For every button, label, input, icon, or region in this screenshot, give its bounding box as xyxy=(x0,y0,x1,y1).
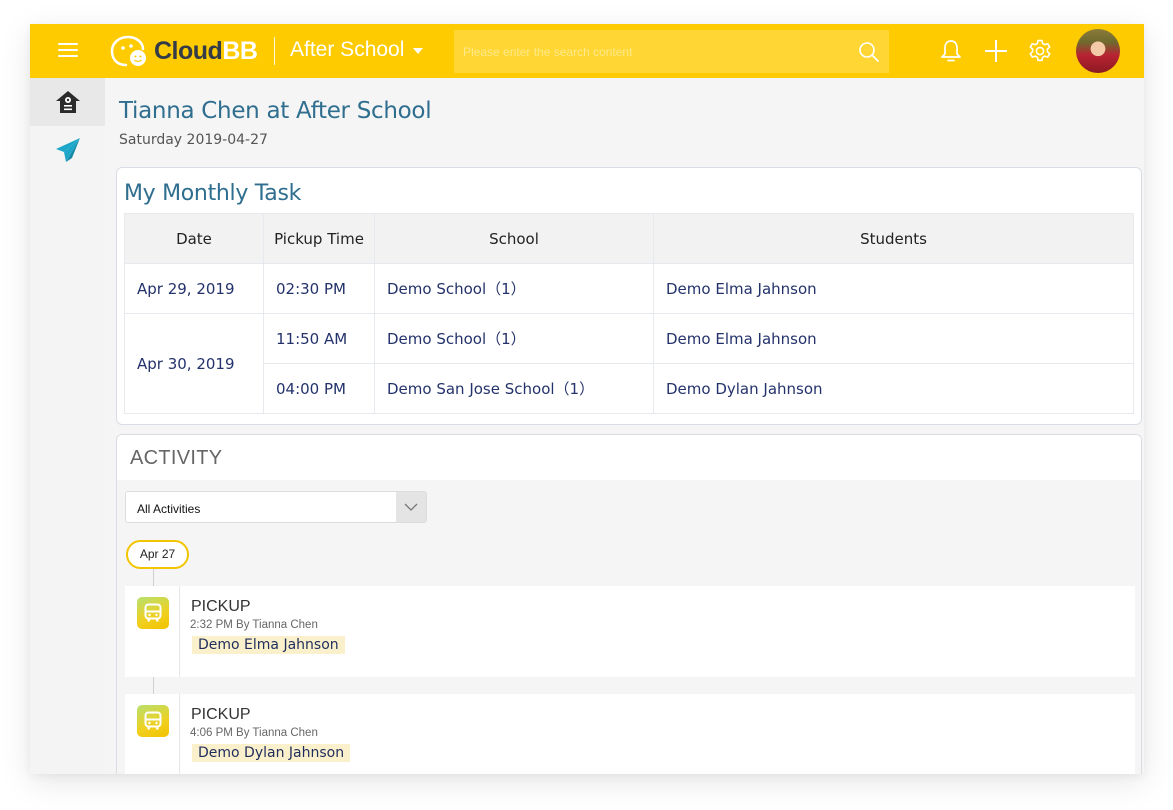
activity-type: PICKUP xyxy=(191,598,251,615)
cloudbb-smiley-icon xyxy=(110,35,146,67)
bus-icon xyxy=(137,705,169,737)
timeline-date-badge: Apr 27 xyxy=(126,540,189,569)
task-pickup-time: 04:00 PM xyxy=(263,363,375,414)
task-date: Apr 30, 2019 xyxy=(124,313,264,414)
activity-item[interactable]: PICKUP 2:32 PM By Tianna Chen Demo Elma … xyxy=(125,586,1135,677)
activity-filter-value: All Activities xyxy=(137,502,201,516)
table-row: Apr 30, 2019 11:50 AM Demo School（1） Dem… xyxy=(124,313,1134,414)
caret-down-icon xyxy=(413,48,424,54)
task-pickup-time: 02:30 PM xyxy=(263,263,375,314)
school-house-icon xyxy=(55,91,80,113)
brand-name: CloudBB xyxy=(154,36,258,66)
activity-type: PICKUP xyxy=(191,706,251,723)
task-school[interactable]: Demo School（1） xyxy=(374,313,654,364)
table-header-row: Date Pickup Time School Students xyxy=(124,213,1134,264)
column-header-students: Students xyxy=(653,213,1134,264)
task-pickup-time: 11:50 AM xyxy=(263,313,375,364)
activity-student-tag[interactable]: Demo Dylan Jahnson xyxy=(192,744,351,762)
task-school[interactable]: Demo San Jose School（1） xyxy=(374,363,654,414)
sidebar-item-messages[interactable] xyxy=(30,126,105,174)
top-bar: CloudBB After School xyxy=(30,24,1144,78)
brand-secondary: BB xyxy=(222,36,258,65)
page-date: Saturday 2019-04-27 xyxy=(119,132,268,148)
column-header-pickup-time: Pickup Time xyxy=(263,213,375,264)
app-window: CloudBB After School Please enter the se… xyxy=(30,24,1144,774)
activity-icon-column xyxy=(125,694,180,774)
menu-icon[interactable] xyxy=(58,43,78,59)
task-student[interactable]: Demo Dylan Jahnson xyxy=(653,363,1134,414)
task-student[interactable]: Demo Elma Jahnson xyxy=(653,263,1134,314)
sidebar-item-home[interactable] xyxy=(30,78,105,126)
task-date: Apr 29, 2019 xyxy=(124,263,264,314)
monthly-task-title: My Monthly Task xyxy=(124,181,302,206)
search-box xyxy=(454,30,889,73)
search-input[interactable] xyxy=(454,30,834,73)
page-title: Tianna Chen at After School xyxy=(119,98,432,124)
column-header-school: School xyxy=(374,213,654,264)
table-row: Apr 29, 2019 02:30 PM Demo School（1） Dem… xyxy=(124,263,1134,314)
activity-header: ACTIVITY xyxy=(117,435,1141,480)
activity-item[interactable]: PICKUP 4:06 PM By Tianna Chen Demo Dylan… xyxy=(125,694,1135,774)
monthly-task-card: My Monthly Task Date Pickup Time School … xyxy=(116,167,1142,425)
org-name: After School xyxy=(290,38,405,61)
search-icon[interactable] xyxy=(858,41,880,63)
sidebar xyxy=(30,78,105,774)
activity-filter-select[interactable]: All Activities xyxy=(125,491,427,523)
timeline-connector xyxy=(153,569,154,586)
brand-primary: Cloud xyxy=(154,36,223,65)
user-avatar[interactable] xyxy=(1076,29,1120,73)
title-divider xyxy=(274,37,275,65)
bell-icon[interactable] xyxy=(940,39,962,63)
timeline-connector xyxy=(153,677,154,694)
gear-icon[interactable] xyxy=(1028,39,1052,63)
logo[interactable]: CloudBB xyxy=(110,35,258,67)
bus-icon xyxy=(137,597,169,629)
org-selector[interactable]: After School xyxy=(290,38,424,62)
task-student[interactable]: Demo Elma Jahnson xyxy=(653,313,1134,364)
main-content: Tianna Chen at After School Saturday 201… xyxy=(105,78,1144,774)
activity-filter-toggle[interactable] xyxy=(396,492,426,522)
activity-card: ACTIVITY All Activities Apr 27 PICKUP 2:… xyxy=(116,434,1142,774)
chevron-down-icon xyxy=(404,503,418,511)
monthly-task-table: Date Pickup Time School Students Apr 29,… xyxy=(124,213,1134,414)
column-header-date: Date xyxy=(124,213,264,264)
activity-body: All Activities Apr 27 PICKUP 2:32 PM By … xyxy=(117,480,1141,774)
table-row: 04:00 PM Demo San Jose School（1） Demo Dy… xyxy=(125,363,1134,414)
activity-student-tag[interactable]: Demo Elma Jahnson xyxy=(192,636,345,654)
activity-meta: 4:06 PM By Tianna Chen xyxy=(190,727,318,739)
plus-icon[interactable] xyxy=(984,39,1008,63)
activity-title: ACTIVITY xyxy=(130,447,223,469)
activity-meta: 2:32 PM By Tianna Chen xyxy=(190,619,318,631)
task-school[interactable]: Demo School（1） xyxy=(374,263,654,314)
activity-icon-column xyxy=(125,586,180,677)
paper-plane-icon xyxy=(55,138,80,162)
